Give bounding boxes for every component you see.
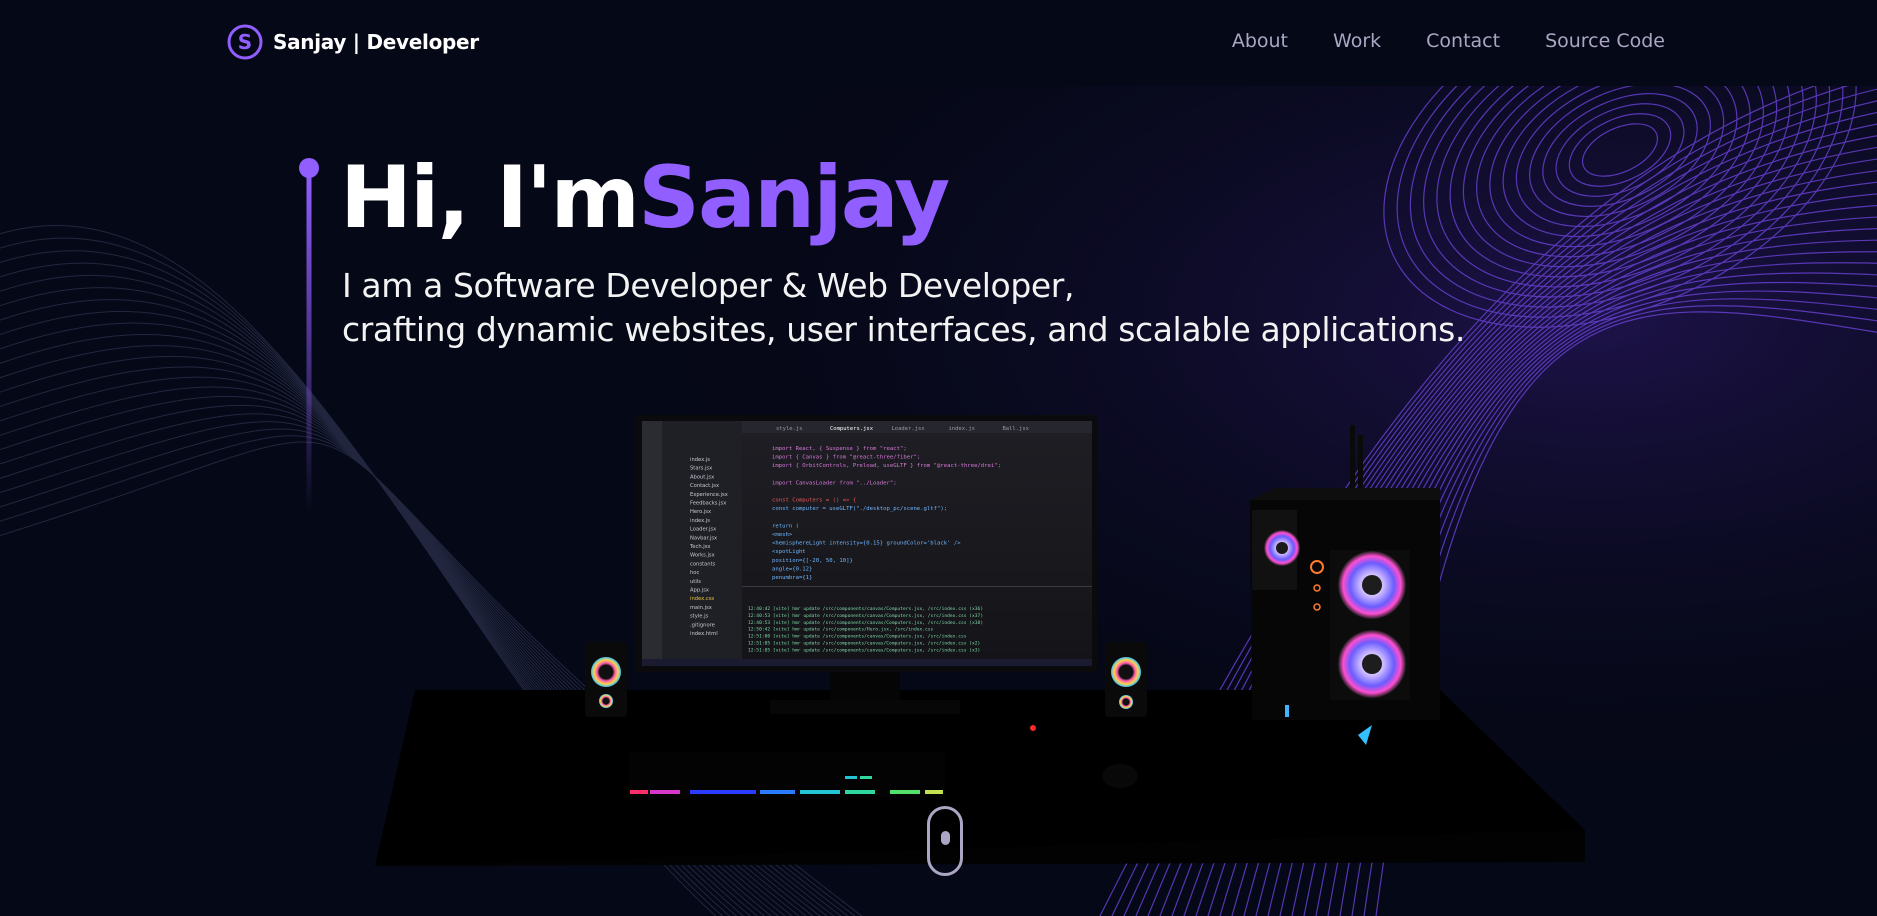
monitor-terminal-line: 12:51:00 [vite] hmr update /src/componen… bbox=[748, 634, 967, 640]
svg-text:S: S bbox=[238, 30, 252, 54]
nav-link-about[interactable]: About bbox=[1232, 30, 1288, 52]
navbar: S Sanjay | Developer About Work Contact … bbox=[0, 0, 1877, 86]
monitor-terminal-line: 12:50:42 [vite] hmr update /src/componen… bbox=[748, 627, 934, 633]
monitor-code-line: import { OrbitControls, Preload, useGLTF… bbox=[772, 463, 1001, 469]
monitor-code-line: import CanvasLoader from "../Loader"; bbox=[772, 480, 897, 486]
monitor-code-line: <mesh> bbox=[772, 532, 793, 538]
nav-link-source-code[interactable]: Source Code bbox=[1545, 30, 1665, 52]
monitor-code-line: position={[-20, 50, 10]} bbox=[772, 558, 853, 564]
right-speaker bbox=[1105, 642, 1147, 717]
keyboard bbox=[630, 752, 945, 797]
monitor-terminal-line: 12:40:53 [vite] hmr update /src/componen… bbox=[748, 613, 983, 619]
monitor-code-line: const Computers = () => { bbox=[772, 498, 856, 504]
monitor-tab: Loader.jsx bbox=[892, 426, 926, 432]
scroll-indicator[interactable] bbox=[927, 806, 963, 876]
monitor-terminal-line: 12:51:05 [vite] hmr update /src/componen… bbox=[748, 641, 980, 647]
monitor-file-item: Works.jsx bbox=[690, 553, 715, 559]
monitor-file-item: index.js bbox=[690, 457, 710, 463]
monitor-file-item: index.css bbox=[690, 596, 714, 602]
monitor-terminal-line: 12:40:42 [vite] hmr update /src/componen… bbox=[748, 606, 983, 612]
scroll-indicator-dot bbox=[941, 831, 950, 845]
mouse bbox=[1102, 764, 1138, 788]
monitor-tab: index.js bbox=[949, 426, 976, 432]
monitor-file-item: constants bbox=[690, 561, 716, 567]
brand-name: Sanjay | Developer bbox=[273, 30, 479, 54]
monitor-file-item: Experience.jsx bbox=[690, 492, 728, 498]
monitor-file-item: Stars.jsx bbox=[690, 466, 712, 472]
monitor-file-item: index.js bbox=[690, 518, 710, 524]
monitor-code-line: import { Canvas } from "@react-three/fib… bbox=[772, 455, 920, 461]
monitor-tab: style.js bbox=[776, 426, 803, 432]
monitor-file-item: hoc bbox=[690, 570, 699, 576]
pc-tower bbox=[1250, 425, 1440, 745]
monitor-file-item: About.jsx bbox=[690, 474, 714, 480]
monitor-terminal-line: 12:51:05 [vite] hmr update /src/componen… bbox=[748, 647, 980, 653]
monitor-terminal-line: 12:40:53 [vite] hmr update /src/componen… bbox=[748, 620, 983, 626]
monitor-code-line: <spotLight bbox=[772, 549, 806, 555]
monitor-code-line: penumbra={1} bbox=[772, 575, 812, 581]
monitor-code-line: angle={0.12} bbox=[772, 566, 812, 572]
nav-links: About Work Contact Source Code bbox=[1232, 30, 1665, 52]
monitor-file-item: index.html bbox=[690, 631, 718, 637]
monitor-file-item: main.jsx bbox=[690, 605, 712, 611]
monitor-tab: Ball.jsx bbox=[1003, 426, 1030, 432]
monitor-code-line: const computer = useGLTF("./desktop_pc/s… bbox=[772, 506, 947, 512]
monitor-file-item: Loader.jsx bbox=[690, 527, 716, 533]
monitor-file-item: Hero.jsx bbox=[690, 509, 711, 515]
monitor-file-item: style.js bbox=[690, 614, 709, 620]
monitor-file-item: App.jsx bbox=[690, 588, 709, 594]
monitor-code-line: <hemisphereLight intensity={0.15} ground… bbox=[772, 541, 961, 547]
monitor-file-item: utils bbox=[690, 579, 701, 585]
monitor-code-line: return ( bbox=[772, 523, 799, 529]
page: S Sanjay | Developer About Work Contact … bbox=[0, 0, 1877, 916]
monitor-file-item: Navbar.jsx bbox=[690, 535, 717, 541]
monitor: style.js Computers.jsx Loader.jsx index.js B… bbox=[636, 415, 1097, 672]
monitor-tab: Computers.jsx bbox=[830, 426, 874, 432]
monitor-file-item: Feedbacks.jsx bbox=[690, 501, 726, 507]
monitor-file-item: Contact.jsx bbox=[690, 483, 719, 489]
desk-setup-canvas[interactable]: style.js Computers.jsx Loader.jsx index.js B… bbox=[0, 0, 1877, 916]
left-speaker bbox=[585, 642, 627, 717]
monitor-file-item: Tech.jsx bbox=[689, 544, 710, 550]
monitor-file-item: .gitignore bbox=[690, 622, 715, 628]
monitor-code-line: import React, { Suspense } from "react"; bbox=[772, 446, 907, 452]
brand-link[interactable]: S Sanjay | Developer bbox=[227, 24, 479, 60]
nav-link-work[interactable]: Work bbox=[1333, 30, 1381, 52]
nav-link-contact[interactable]: Contact bbox=[1426, 30, 1500, 52]
brand-logo-icon: S bbox=[227, 24, 263, 60]
